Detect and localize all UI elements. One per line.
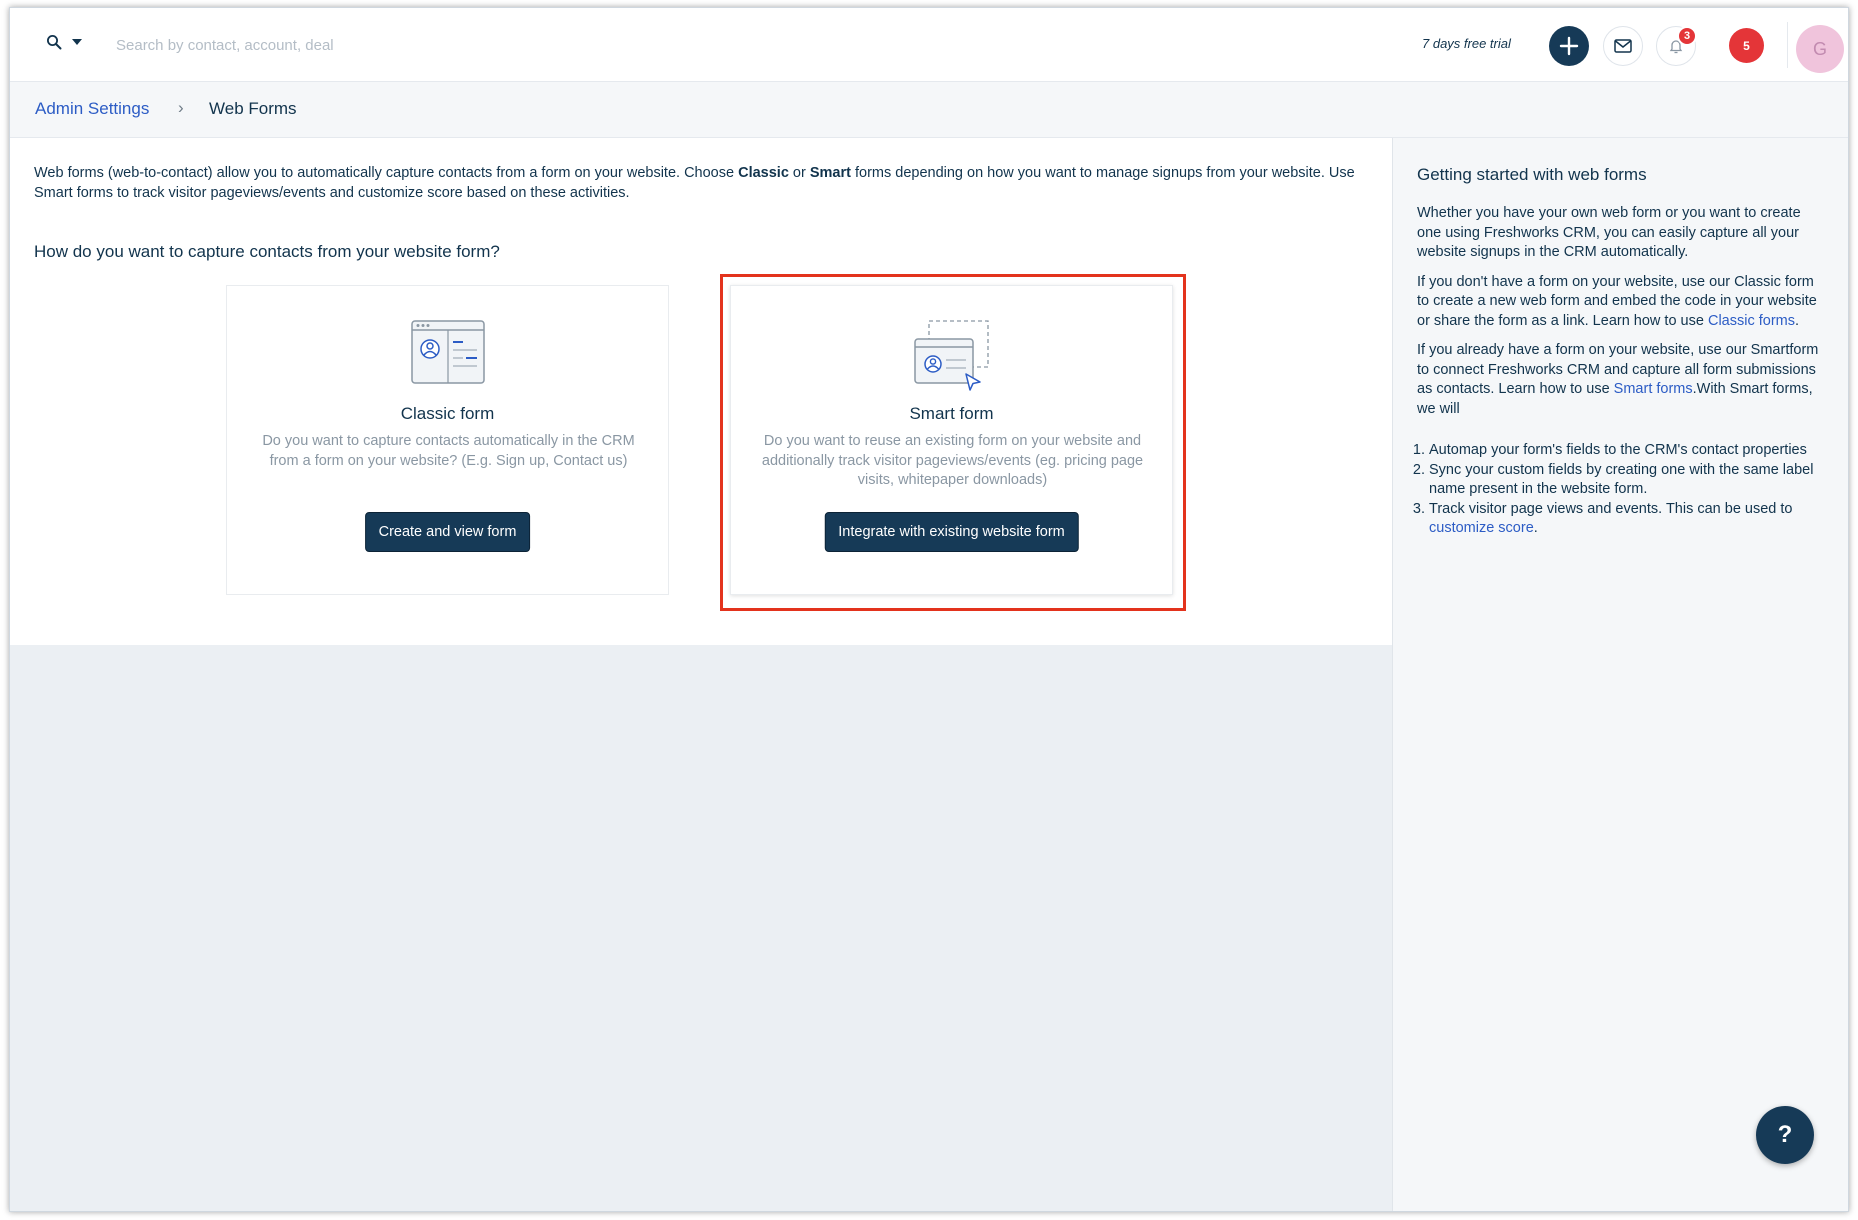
top-bar: 7 days free trial 3 5 G — [10, 8, 1848, 82]
help-sidebar: Getting started with web forms Whether y… — [1392, 138, 1848, 1211]
smart-forms-feature-list: Automap your form's fields to the CRM's … — [1417, 441, 1827, 539]
classic-form-title: Classic form — [400, 404, 495, 423]
section-question: How do you want to capture contacts from… — [34, 242, 500, 261]
smart-form-title: Smart form — [909, 404, 994, 423]
header-divider — [1787, 22, 1788, 68]
list-item: Sync your custom fields by creating one … — [1429, 461, 1827, 500]
breadcrumb: Admin Settings › Web Forms — [10, 82, 1848, 138]
intro-text: Web forms (web-to-contact) allow you to … — [34, 165, 1355, 201]
smart-forms-link[interactable]: Smart forms — [1614, 381, 1693, 397]
global-search-input[interactable] — [116, 30, 716, 60]
main-content: Web forms (web-to-contact) allow you to … — [10, 138, 1392, 645]
classic-form-card: Classic form Do you want to capture cont… — [226, 285, 669, 595]
search-icon — [47, 35, 62, 50]
search-scope-toggle[interactable] — [46, 34, 82, 50]
sidebar-paragraph: If you already have a form on your websi… — [1417, 342, 1819, 417]
plus-icon — [1559, 36, 1579, 56]
customize-score-link[interactable]: customize score — [1429, 520, 1534, 536]
app-window: 7 days free trial 3 5 G Admin Setting — [9, 7, 1849, 1212]
breadcrumb-admin-settings[interactable]: Admin Settings — [35, 99, 149, 119]
classic-form-icon — [410, 320, 485, 389]
smart-form-description: Do you want to reuse an existing form on… — [761, 433, 1144, 488]
create-and-view-form-button[interactable]: Create and view form — [364, 512, 531, 552]
user-avatar[interactable]: G — [1796, 25, 1844, 73]
chevron-right-icon: › — [178, 98, 184, 117]
email-button[interactable] — [1603, 26, 1643, 66]
list-item: Track visitor page views and events. Thi… — [1429, 500, 1827, 539]
sidebar-body: Whether you have your own web form or yo… — [1417, 204, 1827, 539]
trial-status[interactable]: 7 days free trial — [1422, 36, 1511, 51]
sidebar-paragraph: Whether you have your own web form or yo… — [1417, 205, 1801, 260]
classic-form-description: Do you want to capture contacts automati… — [262, 433, 635, 469]
list-item: Automap your form's fields to the CRM's … — [1429, 441, 1827, 461]
help-button[interactable]: ? — [1756, 1106, 1814, 1164]
alerts-count-badge: 3 — [1677, 26, 1697, 46]
quick-add-button[interactable] — [1549, 26, 1589, 66]
smart-form-card: Smart form Do you want to reuse an exist… — [730, 285, 1173, 595]
envelope-icon — [1614, 39, 1632, 53]
smart-form-icon — [913, 320, 990, 399]
page-title: Web Forms — [209, 99, 297, 118]
classic-forms-link[interactable]: Classic forms — [1708, 313, 1795, 329]
caret-down-icon — [72, 39, 82, 45]
sidebar-title: Getting started with web forms — [1417, 165, 1647, 184]
sidebar-paragraph: If you don't have a form on your website… — [1417, 273, 1817, 329]
integrate-existing-form-button[interactable]: Integrate with existing website form — [824, 512, 1079, 552]
notifications-button[interactable]: 5 — [1729, 28, 1764, 63]
